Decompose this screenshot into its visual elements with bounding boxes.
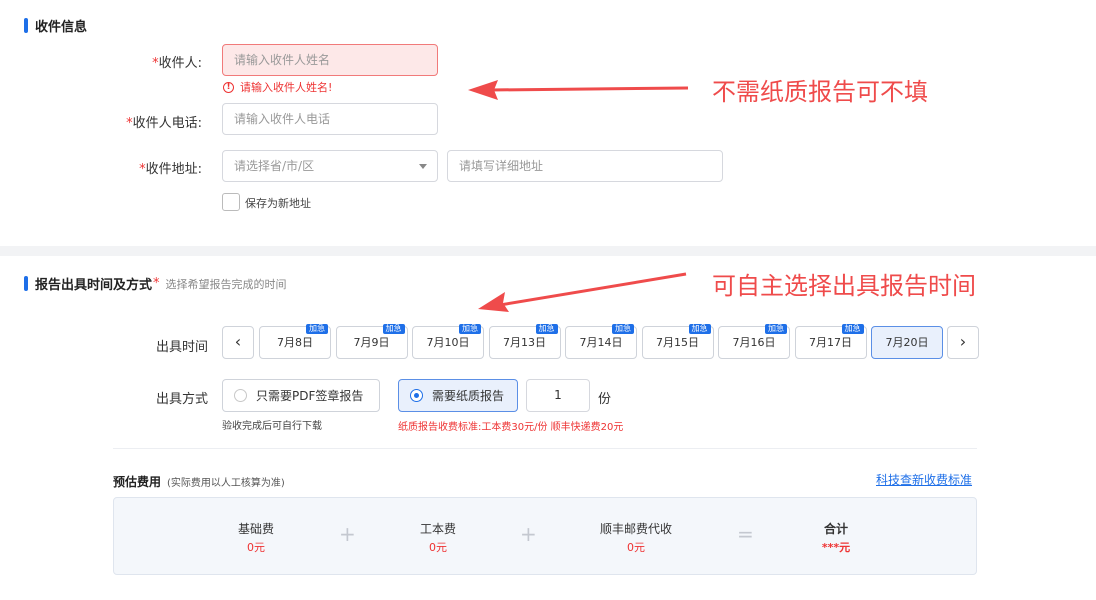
annotation-arrow-2 [478,272,687,312]
annotation-note-choose-time: 可自主选择出具报告时间 [712,272,976,300]
annotation-arrow-1 [468,80,689,100]
annotation-note-no-paper: 不需纸质报告可不填 [712,78,928,106]
